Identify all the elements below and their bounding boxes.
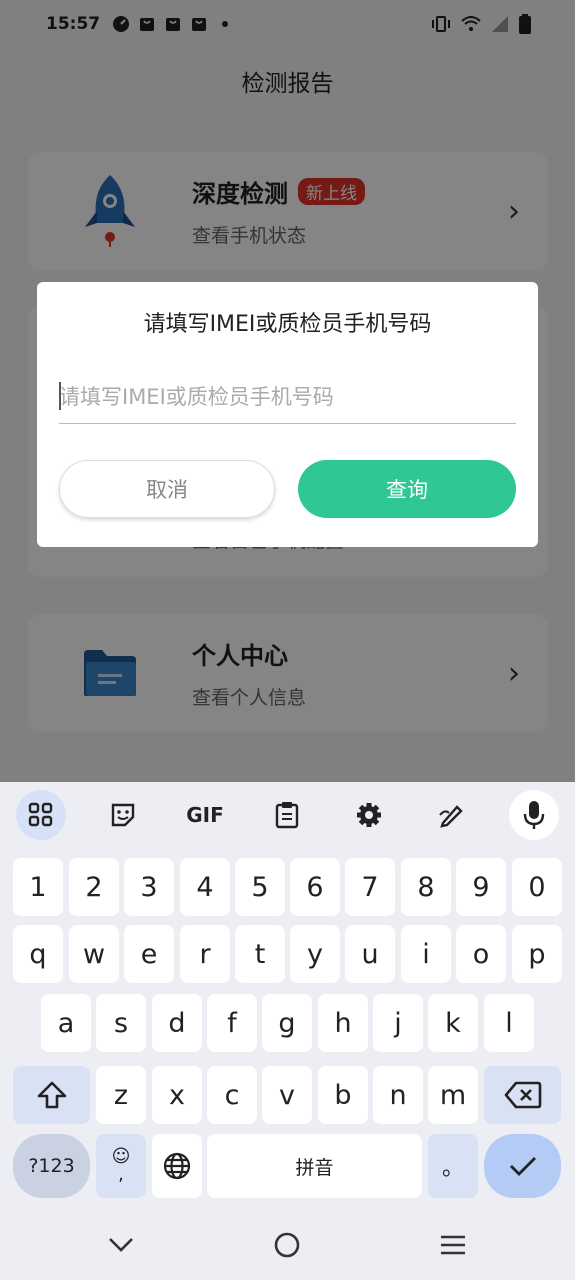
period-key[interactable]: 。: [428, 1134, 478, 1198]
imei-dialog: 请填写IMEI或质检员手机号码 取消 查询: [37, 282, 538, 547]
key-1[interactable]: 1: [13, 858, 63, 916]
key-r[interactable]: r: [180, 925, 230, 983]
key-p[interactable]: p: [512, 925, 562, 983]
key-q[interactable]: q: [13, 925, 63, 983]
key-i[interactable]: i: [401, 925, 451, 983]
key-k[interactable]: k: [428, 994, 478, 1052]
keyboard-toolbar: GIF: [0, 790, 575, 842]
key-6[interactable]: 6: [290, 858, 340, 916]
key-b[interactable]: b: [318, 1066, 368, 1124]
key-3[interactable]: 3: [124, 858, 174, 916]
imei-input[interactable]: [59, 370, 516, 424]
language-key[interactable]: [152, 1134, 202, 1198]
query-button[interactable]: 查询: [298, 460, 516, 518]
key-j[interactable]: j: [373, 994, 423, 1052]
key-o[interactable]: o: [456, 925, 506, 983]
back-chevron-icon[interactable]: [101, 1228, 141, 1262]
soft-keyboard: GIF 1234567890 qwertyuiop asdfghjkl zxcvbnm…: [0, 782, 575, 1210]
key-5[interactable]: 5: [235, 858, 285, 916]
key-u[interactable]: u: [345, 925, 395, 983]
key-l[interactable]: l: [484, 994, 534, 1052]
key-x[interactable]: x: [152, 1066, 202, 1124]
emoji-comma-key[interactable]: ☺,: [96, 1134, 146, 1198]
sticker-icon[interactable]: [98, 790, 148, 840]
navigation-bar: [0, 1210, 575, 1280]
key-z[interactable]: z: [96, 1066, 146, 1124]
backspace-icon: [504, 1081, 541, 1109]
space-key[interactable]: 拼音: [207, 1134, 422, 1198]
key-s[interactable]: s: [96, 994, 146, 1052]
text-cursor: [59, 382, 61, 410]
microphone-icon[interactable]: [509, 790, 559, 840]
enter-key[interactable]: [484, 1134, 561, 1198]
key-4[interactable]: 4: [180, 858, 230, 916]
key-0[interactable]: 0: [512, 858, 562, 916]
key-c[interactable]: c: [207, 1066, 257, 1124]
dialog-title: 请填写IMEI或质检员手机号码: [143, 312, 432, 337]
key-n[interactable]: n: [373, 1066, 423, 1124]
checkmark-icon: [509, 1157, 536, 1176]
key-d[interactable]: d: [152, 994, 202, 1052]
recents-menu-icon[interactable]: [433, 1228, 473, 1262]
key-9[interactable]: 9: [456, 858, 506, 916]
comma-label: ,: [118, 1164, 124, 1185]
handwriting-icon[interactable]: [426, 790, 476, 840]
symbols-key[interactable]: ?123: [13, 1134, 90, 1198]
settings-gear-icon[interactable]: [344, 790, 394, 840]
shift-key[interactable]: [13, 1066, 90, 1124]
cancel-button[interactable]: 取消: [59, 460, 275, 518]
globe-icon: [163, 1152, 191, 1180]
key-m[interactable]: m: [428, 1066, 478, 1124]
key-h[interactable]: h: [318, 994, 368, 1052]
apps-grid-icon[interactable]: [16, 790, 66, 840]
key-8[interactable]: 8: [401, 858, 451, 916]
key-v[interactable]: v: [262, 1066, 312, 1124]
key-7[interactable]: 7: [345, 858, 395, 916]
key-g[interactable]: g: [262, 994, 312, 1052]
key-t[interactable]: t: [235, 925, 285, 983]
key-w[interactable]: w: [69, 925, 119, 983]
gif-button[interactable]: GIF: [180, 790, 230, 840]
key-e[interactable]: e: [124, 925, 174, 983]
key-2[interactable]: 2: [69, 858, 119, 916]
key-a[interactable]: a: [41, 994, 91, 1052]
clipboard-icon[interactable]: [262, 790, 312, 840]
backspace-key[interactable]: [484, 1066, 561, 1124]
key-y[interactable]: y: [290, 925, 340, 983]
shift-arrow-icon: [37, 1081, 66, 1109]
key-f[interactable]: f: [207, 994, 257, 1052]
home-circle-icon[interactable]: [267, 1228, 307, 1262]
